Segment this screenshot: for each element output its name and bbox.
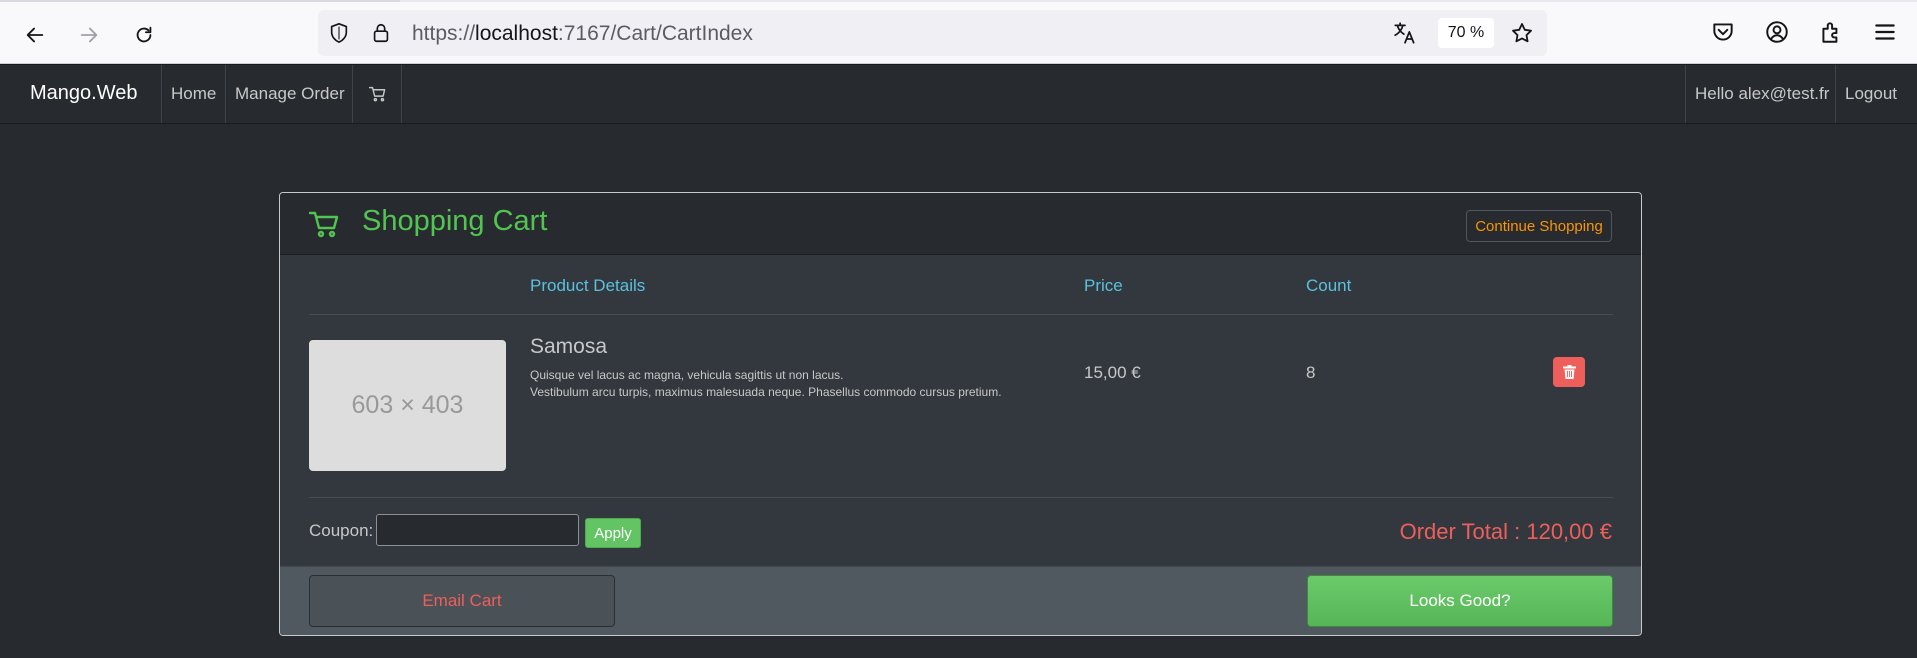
card-footer: Email Cart Looks Good? — [280, 566, 1641, 635]
zoom-level[interactable]: 70 % — [1438, 18, 1494, 48]
nav-manage-order-link[interactable]: Manage Order — [225, 65, 354, 123]
logout-link[interactable]: Logout — [1835, 65, 1906, 123]
looks-good-button[interactable]: Looks Good? — [1307, 575, 1613, 627]
header-count: Count — [1306, 276, 1352, 295]
continue-shopping-button[interactable]: Continue Shopping — [1466, 210, 1612, 242]
reload-icon[interactable] — [127, 18, 161, 52]
coupon-input[interactable] — [376, 514, 579, 546]
delete-item-button[interactable] — [1553, 357, 1585, 387]
order-total: Order Total : 120,00 € — [1399, 519, 1612, 544]
divider — [309, 314, 1613, 315]
forward-icon[interactable] — [72, 18, 106, 52]
star-icon[interactable] — [1510, 21, 1534, 45]
translate-icon[interactable] — [1392, 20, 1418, 46]
product-image: 603 × 403 — [309, 340, 506, 471]
trash-icon — [1562, 365, 1576, 379]
shopping-cart-card: Shopping Cart Continue Shopping Product … — [279, 192, 1642, 636]
cart-icon — [368, 86, 385, 102]
lock-icon[interactable] — [370, 22, 392, 44]
extensions-icon[interactable] — [1818, 19, 1844, 45]
shield-icon[interactable] — [328, 22, 350, 44]
cart-icon — [309, 211, 339, 238]
header-price: Price — [1084, 276, 1123, 295]
product-price: 15,00 € — [1084, 363, 1141, 382]
pocket-icon[interactable] — [1710, 19, 1736, 45]
product-description: Quisque vel lacus ac magna, vehicula sag… — [530, 368, 1002, 399]
tab-strip — [0, 0, 1917, 2]
url-text[interactable]: https://localhost:7167/Cart/CartIndex — [412, 22, 753, 46]
greeting-link[interactable]: Hello alex@test.fr — [1685, 65, 1838, 123]
divider — [309, 497, 1613, 498]
product-count: 8 — [1306, 363, 1316, 382]
back-icon[interactable] — [18, 18, 52, 52]
brand-link[interactable]: Mango.Web — [30, 82, 137, 105]
header-product-details: Product Details — [530, 276, 646, 295]
apply-coupon-button[interactable]: Apply — [585, 518, 641, 548]
menu-icon[interactable] — [1872, 19, 1898, 45]
app-navbar: Mango.Web Home Manage Order Hello alex@t… — [0, 64, 1917, 124]
nav-cart-link[interactable] — [352, 65, 402, 123]
card-header: Shopping Cart Continue Shopping — [280, 193, 1641, 255]
coupon-label: Coupon: — [309, 521, 374, 540]
page-title: Shopping Cart — [362, 205, 548, 237]
address-bar[interactable]: https://localhost:7167/Cart/CartIndex 70… — [318, 10, 1547, 56]
email-cart-button[interactable]: Email Cart — [309, 575, 615, 627]
nav-home-link[interactable]: Home — [161, 65, 225, 123]
product-name: Samosa — [530, 335, 608, 358]
browser-toolbar: https://localhost:7167/Cart/CartIndex 70… — [0, 0, 1917, 64]
account-icon[interactable] — [1764, 19, 1790, 45]
